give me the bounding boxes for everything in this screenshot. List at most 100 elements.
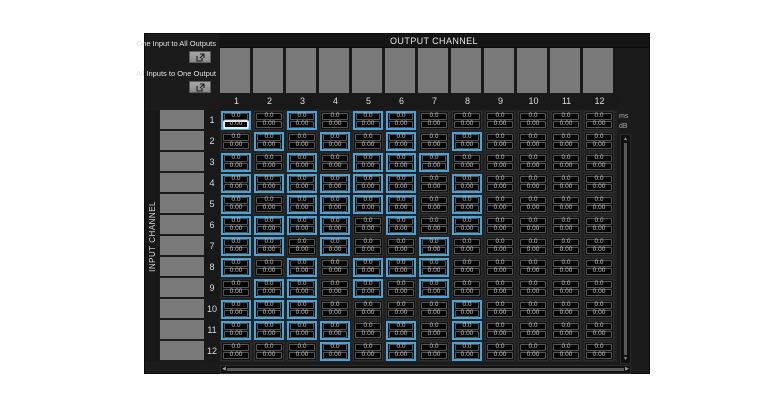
cell-ms-field[interactable]: 0.0 <box>586 134 612 141</box>
cell-db-field[interactable]: 0.00 <box>520 289 546 296</box>
cell-db-field[interactable]: 0.00 <box>355 226 381 233</box>
cell-ms-field[interactable]: 0.0 <box>355 239 381 246</box>
matrix-cell-r7c2[interactable]: 0.00.00 <box>253 236 286 257</box>
cell-ms-field[interactable]: 0.0 <box>224 239 248 246</box>
one-input-to-all-outputs-button[interactable] <box>189 51 211 63</box>
cell-ms-field[interactable]: 0.0 <box>520 323 546 330</box>
cell-ms-field[interactable]: 0.0 <box>256 344 282 351</box>
cell-ms-field[interactable]: 0.0 <box>520 176 546 183</box>
input-channel-name-block[interactable] <box>160 236 204 255</box>
cell-ms-field[interactable]: 0.0 <box>257 302 281 309</box>
vertical-scrollbar[interactable]: ▲ ▼ <box>620 134 631 364</box>
cell-ms-field[interactable]: 0.0 <box>323 218 347 225</box>
cell-db-field[interactable]: 0.00 <box>520 121 546 128</box>
cell-db-field[interactable]: 0.00 <box>290 289 314 296</box>
matrix-cell-r7c8[interactable]: 0.00.00 <box>451 236 484 257</box>
matrix-cell-r6c2[interactable]: 0.00.00 <box>253 215 286 236</box>
matrix-cell-r8c1[interactable]: 0.00.00 <box>220 257 253 278</box>
cell-db-field[interactable]: 0.00 <box>586 310 612 317</box>
matrix-cell-r2c7[interactable]: 0.00.00 <box>418 131 451 152</box>
cell-db-field[interactable]: 0.00 <box>256 163 282 170</box>
matrix-cell-r1c10[interactable]: 0.00.00 <box>517 110 550 131</box>
cell-ms-field[interactable]: 0.0 <box>520 218 546 225</box>
cell-ms-field[interactable]: 0.0 <box>520 344 546 351</box>
cell-db-field[interactable]: 0.00 <box>586 205 612 212</box>
cell-db-field[interactable]: 0.00 <box>487 226 513 233</box>
cell-db-field[interactable]: 0.00 <box>487 205 513 212</box>
matrix-cell-r1c1[interactable]: 0.00.00 <box>220 110 253 131</box>
cell-ms-field[interactable]: 0.0 <box>389 218 413 225</box>
matrix-cell-r10c3[interactable]: 0.00.00 <box>286 299 319 320</box>
matrix-cell-r3c2[interactable]: 0.00.00 <box>253 152 286 173</box>
cell-ms-field[interactable]: 0.0 <box>586 302 612 309</box>
cell-db-field[interactable]: 0.00 <box>256 121 282 128</box>
matrix-cell-r4c1[interactable]: 0.00.00 <box>220 173 253 194</box>
cell-ms-field[interactable]: 0.0 <box>586 281 612 288</box>
input-channel-name-block[interactable] <box>160 194 204 213</box>
matrix-cell-r6c5[interactable]: 0.00.00 <box>352 215 385 236</box>
cell-db-field[interactable]: 0.00 <box>520 310 546 317</box>
input-channel-name-block[interactable] <box>160 131 204 150</box>
cell-db-field[interactable]: 0.00 <box>257 331 281 338</box>
matrix-cell-r10c9[interactable]: 0.00.00 <box>484 299 517 320</box>
cell-ms-field[interactable]: 0.0 <box>455 176 479 183</box>
cell-db-field[interactable]: 0.00 <box>487 121 513 128</box>
cell-ms-field[interactable]: 0.0 <box>355 134 381 141</box>
output-channel-name-block[interactable] <box>385 48 415 93</box>
matrix-cell-r11c2[interactable]: 0.00.00 <box>253 320 286 341</box>
cell-db-field[interactable]: 0.00 <box>224 121 248 128</box>
cell-db-field[interactable]: 0.00 <box>289 247 315 254</box>
cell-db-field[interactable]: 0.00 <box>586 352 612 359</box>
cell-ms-field[interactable]: 0.0 <box>553 176 579 183</box>
cell-db-field[interactable]: 0.00 <box>389 205 413 212</box>
matrix-cell-r7c1[interactable]: 0.00.00 <box>220 236 253 257</box>
matrix-cell-r1c11[interactable]: 0.00.00 <box>550 110 583 131</box>
cell-ms-field[interactable]: 0.0 <box>586 197 612 204</box>
cell-db-field[interactable]: 0.00 <box>290 205 314 212</box>
cell-db-field[interactable]: 0.00 <box>388 310 414 317</box>
cell-ms-field[interactable]: 0.0 <box>520 113 546 120</box>
cell-db-field[interactable]: 0.00 <box>586 121 612 128</box>
matrix-cell-r12c7[interactable]: 0.00.00 <box>418 341 451 362</box>
output-channel-name-block[interactable] <box>253 48 283 93</box>
cell-ms-field[interactable]: 0.0 <box>421 218 447 225</box>
cell-ms-field[interactable]: 0.0 <box>553 134 579 141</box>
cell-ms-field[interactable]: 0.0 <box>553 239 579 246</box>
cell-ms-field[interactable]: 0.0 <box>389 197 413 204</box>
matrix-cell-r8c4[interactable]: 0.00.00 <box>319 257 352 278</box>
cell-db-field[interactable]: 0.00 <box>224 184 248 191</box>
cell-db-field[interactable]: 0.00 <box>422 268 446 275</box>
cell-ms-field[interactable]: 0.0 <box>388 302 414 309</box>
cell-db-field[interactable]: 0.00 <box>586 184 612 191</box>
cell-db-field[interactable]: 0.00 <box>356 205 380 212</box>
cell-db-field[interactable]: 0.00 <box>454 163 480 170</box>
matrix-cell-r8c12[interactable]: 0.00.00 <box>583 257 616 278</box>
cell-db-field[interactable]: 0.00 <box>356 121 380 128</box>
cell-ms-field[interactable]: 0.0 <box>290 176 314 183</box>
cell-db-field[interactable]: 0.00 <box>520 184 546 191</box>
cell-db-field[interactable]: 0.00 <box>389 226 413 233</box>
cell-db-field[interactable]: 0.00 <box>389 352 413 359</box>
matrix-cell-r5c4[interactable]: 0.00.00 <box>319 194 352 215</box>
matrix-cell-r5c2[interactable]: 0.00.00 <box>253 194 286 215</box>
cell-ms-field[interactable]: 0.0 <box>355 344 381 351</box>
cell-ms-field[interactable]: 0.0 <box>224 218 248 225</box>
input-channel-name-block[interactable] <box>160 320 204 339</box>
cell-db-field[interactable]: 0.00 <box>520 268 546 275</box>
cell-ms-field[interactable]: 0.0 <box>389 260 413 267</box>
cell-db-field[interactable]: 0.00 <box>421 331 447 338</box>
cell-ms-field[interactable]: 0.0 <box>455 302 479 309</box>
cell-ms-field[interactable]: 0.0 <box>520 134 546 141</box>
cell-ms-field[interactable]: 0.0 <box>290 281 314 288</box>
cell-ms-field[interactable]: 0.0 <box>520 197 546 204</box>
matrix-cell-r4c10[interactable]: 0.00.00 <box>517 173 550 194</box>
cell-db-field[interactable]: 0.00 <box>224 310 248 317</box>
cell-ms-field[interactable]: 0.0 <box>422 239 446 246</box>
matrix-cell-r8c3[interactable]: 0.00.00 <box>286 257 319 278</box>
matrix-cell-r10c7[interactable]: 0.00.00 <box>418 299 451 320</box>
cell-db-field[interactable]: 0.00 <box>290 331 314 338</box>
matrix-cell-r12c9[interactable]: 0.00.00 <box>484 341 517 362</box>
matrix-cell-r12c5[interactable]: 0.00.00 <box>352 341 385 362</box>
cell-ms-field[interactable]: 0.0 <box>257 218 281 225</box>
cell-ms-field[interactable]: 0.0 <box>257 239 281 246</box>
